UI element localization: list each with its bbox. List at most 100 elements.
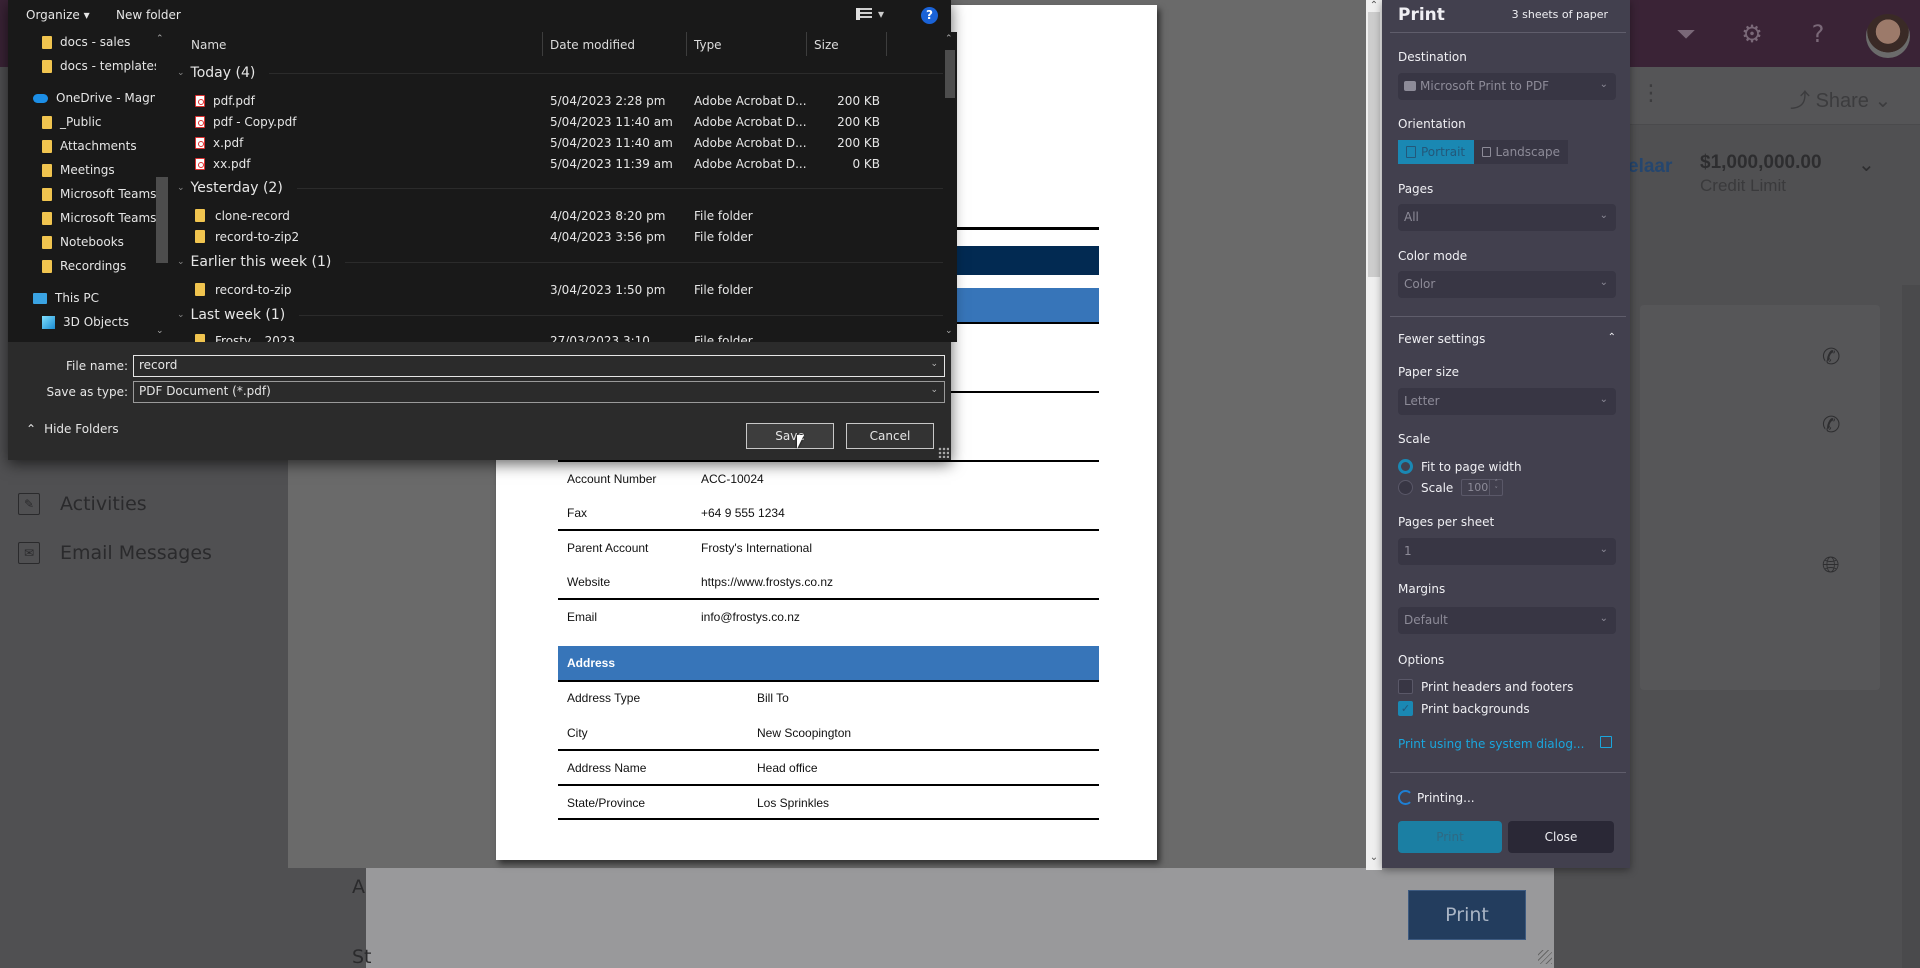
scroll-down-icon[interactable]: ⌄ bbox=[945, 326, 953, 336]
hide-folders-button[interactable]: ⌃ Hide Folders bbox=[26, 422, 119, 436]
column-separator[interactable] bbox=[886, 32, 887, 56]
group-header-earlier-this-week[interactable]: ⌄ Earlier this week (1) bbox=[177, 254, 947, 270]
destination-select[interactable]: Microsoft Print to PDF ⌄ bbox=[1398, 73, 1616, 100]
print-backgrounds-option[interactable]: ✓ Print backgrounds bbox=[1398, 701, 1530, 716]
scrollbar-thumb[interactable] bbox=[1368, 12, 1380, 277]
close-button[interactable]: Close bbox=[1508, 821, 1614, 853]
owner-link[interactable]: elaar bbox=[1628, 156, 1672, 178]
scroll-down-icon[interactable]: ⌄ bbox=[156, 326, 164, 336]
nav-item-activities[interactable]: ✎ Activities bbox=[18, 493, 147, 515]
file-name-input[interactable]: record ⌄ bbox=[133, 355, 945, 377]
file-row[interactable]: pdf.pdf 5/04/2023 2:28 pm Adobe Acrobat … bbox=[173, 92, 913, 112]
file-row[interactable]: Frosty... 2023... 27/03/2023 3:10... Fil… bbox=[173, 332, 913, 342]
group-header-last-week[interactable]: ⌄ Last week (1) bbox=[177, 307, 947, 323]
credit-limit-label: Credit Limit bbox=[1700, 176, 1786, 195]
print-dialog-footer bbox=[366, 868, 1554, 968]
nav-item-recordings[interactable]: Recordings bbox=[42, 259, 156, 273]
margins-select[interactable]: Default ⌄ bbox=[1398, 607, 1616, 634]
scroll-up-icon[interactable]: ⌃ bbox=[156, 34, 164, 44]
file-list-scrollbar[interactable]: ⌃ ⌄ bbox=[943, 32, 957, 342]
nav-item-docs-sales[interactable]: docs - sales bbox=[42, 35, 156, 49]
orientation-landscape[interactable]: Landscape bbox=[1474, 140, 1568, 164]
paper-size-select[interactable]: Letter ⌄ bbox=[1398, 388, 1616, 415]
group-header-today[interactable]: ⌄ Today (4) bbox=[177, 65, 947, 81]
chevron-down-icon: ⌄ bbox=[1599, 613, 1608, 624]
avatar[interactable] bbox=[1866, 14, 1910, 58]
file-row[interactable]: xx.pdf 5/04/2023 11:39 am Adobe Acrobat … bbox=[173, 155, 913, 175]
organize-button[interactable]: Organize ▾ bbox=[26, 8, 90, 22]
scroll-up-icon[interactable]: ⌃ bbox=[945, 34, 953, 44]
gear-icon[interactable]: ⚙ bbox=[1736, 18, 1768, 50]
column-type[interactable]: Type bbox=[688, 38, 722, 60]
checkbox-checked[interactable]: ✓ bbox=[1398, 701, 1413, 716]
nav-scrollbar[interactable]: ⌃ ⌄ bbox=[156, 32, 168, 342]
chevron-down-icon[interactable]: ⌄ bbox=[1858, 152, 1875, 176]
new-folder-button[interactable]: New folder bbox=[116, 8, 181, 22]
scrollbar-thumb[interactable] bbox=[156, 177, 168, 263]
file-row[interactable]: pdf - Copy.pdf 5/04/2023 11:40 am Adobe … bbox=[173, 113, 913, 133]
file-row[interactable]: clone-record 4/04/2023 8:20 pm File fold… bbox=[173, 207, 913, 227]
nav-item-docs-templates[interactable]: docs - templates bbox=[42, 59, 156, 73]
scroll-down-icon[interactable]: ⌄ bbox=[1366, 852, 1382, 863]
field-label: A bbox=[352, 876, 365, 898]
column-separator[interactable] bbox=[686, 32, 687, 56]
spin-buttons[interactable]: ˄ ˅ bbox=[1489, 480, 1502, 495]
share-button[interactable]: ⤴ Share ⌄ bbox=[1790, 84, 1891, 113]
system-dialog-link[interactable]: Print using the system dialog... bbox=[1398, 737, 1584, 751]
scroll-up-icon[interactable]: ⌃ bbox=[1366, 0, 1382, 11]
change-view-button[interactable]: ▾ bbox=[856, 7, 884, 21]
column-separator[interactable] bbox=[806, 32, 807, 56]
external-link-icon[interactable] bbox=[1600, 736, 1612, 748]
globe-icon[interactable]: 🌐︎ bbox=[1822, 553, 1840, 578]
cancel-button[interactable]: Cancel bbox=[846, 423, 934, 449]
checkbox[interactable] bbox=[1398, 679, 1413, 694]
group-header-yesterday[interactable]: ⌄ Yesterday (2) bbox=[177, 180, 947, 196]
column-separator[interactable] bbox=[542, 32, 543, 56]
file-row[interactable]: x.pdf 5/04/2023 11:40 am Adobe Acrobat D… bbox=[173, 134, 913, 154]
help-icon[interactable]: ? bbox=[1802, 18, 1834, 50]
dialog-toolbar: Organize ▾ New folder ▾ ? bbox=[8, 0, 951, 32]
radio[interactable] bbox=[1398, 480, 1413, 495]
nav-item-attachments[interactable]: Attachments bbox=[42, 139, 156, 153]
file-row[interactable]: record-to-zip 3/04/2023 1:50 pm File fol… bbox=[173, 281, 913, 301]
scrollbar-thumb[interactable] bbox=[945, 50, 955, 98]
cube-icon bbox=[42, 315, 55, 329]
column-date-modified[interactable]: Date modified bbox=[544, 38, 635, 60]
column-name[interactable]: Name bbox=[185, 38, 226, 60]
nav-item-teams-2[interactable]: Microsoft Teams bbox=[42, 211, 156, 225]
print-button[interactable]: Print bbox=[1408, 890, 1526, 940]
print-button[interactable]: Print bbox=[1398, 821, 1502, 853]
save-as-type-select[interactable]: PDF Document (*.pdf) ⌄ bbox=[133, 381, 945, 403]
more-options-icon[interactable]: ⋮ bbox=[1640, 81, 1662, 106]
chevron-down-icon[interactable]: ⌄ bbox=[930, 359, 938, 369]
fewer-settings-toggle[interactable]: Fewer settings ⌃ bbox=[1398, 332, 1618, 346]
color-mode-select[interactable]: Color ⌄ bbox=[1398, 271, 1616, 298]
phone-icon[interactable]: ✆ bbox=[1822, 413, 1840, 438]
nav-item-onedrive[interactable]: OneDrive - Magne bbox=[33, 91, 155, 105]
nav-item-meetings[interactable]: Meetings bbox=[42, 163, 156, 177]
nav-item-3d-objects[interactable]: 3D Objects bbox=[42, 315, 156, 329]
nav-item-teams-1[interactable]: Microsoft Teams bbox=[42, 187, 156, 201]
resize-grip[interactable] bbox=[1538, 950, 1552, 964]
filter-icon[interactable]: ⏷ bbox=[1670, 18, 1702, 50]
print-headers-option[interactable]: Print headers and footers bbox=[1398, 679, 1573, 694]
save-button[interactable]: Save bbox=[746, 423, 834, 449]
scale-input[interactable]: 100 ˄ ˅ bbox=[1461, 479, 1504, 496]
resize-grip[interactable] bbox=[938, 447, 949, 458]
orientation-portrait[interactable]: Portrait bbox=[1398, 140, 1474, 164]
scale-fit-option[interactable]: Fit to page width bbox=[1398, 459, 1522, 474]
nav-item-public[interactable]: _Public bbox=[42, 115, 156, 129]
scale-custom-option[interactable]: Scale 100 ˄ ˅ bbox=[1398, 479, 1504, 496]
help-icon[interactable]: ? bbox=[921, 7, 938, 24]
file-row[interactable]: record-to-zip2 4/04/2023 3:56 pm File fo… bbox=[173, 228, 913, 248]
page-scrollbar[interactable] bbox=[1902, 285, 1920, 968]
preview-scrollbar[interactable]: ⌃ ⌄ bbox=[1366, 0, 1382, 870]
pages-select[interactable]: All ⌄ bbox=[1398, 204, 1616, 231]
column-size[interactable]: Size bbox=[808, 38, 839, 60]
nav-item-this-pc[interactable]: This PC bbox=[33, 291, 147, 305]
radio-selected[interactable] bbox=[1398, 459, 1413, 474]
phone-icon[interactable]: ✆ bbox=[1822, 345, 1840, 370]
nav-item-notebooks[interactable]: Notebooks bbox=[42, 235, 156, 249]
nav-item-email-messages[interactable]: ✉ Email Messages bbox=[18, 542, 212, 564]
pages-per-sheet-select[interactable]: 1 ⌄ bbox=[1398, 538, 1616, 565]
